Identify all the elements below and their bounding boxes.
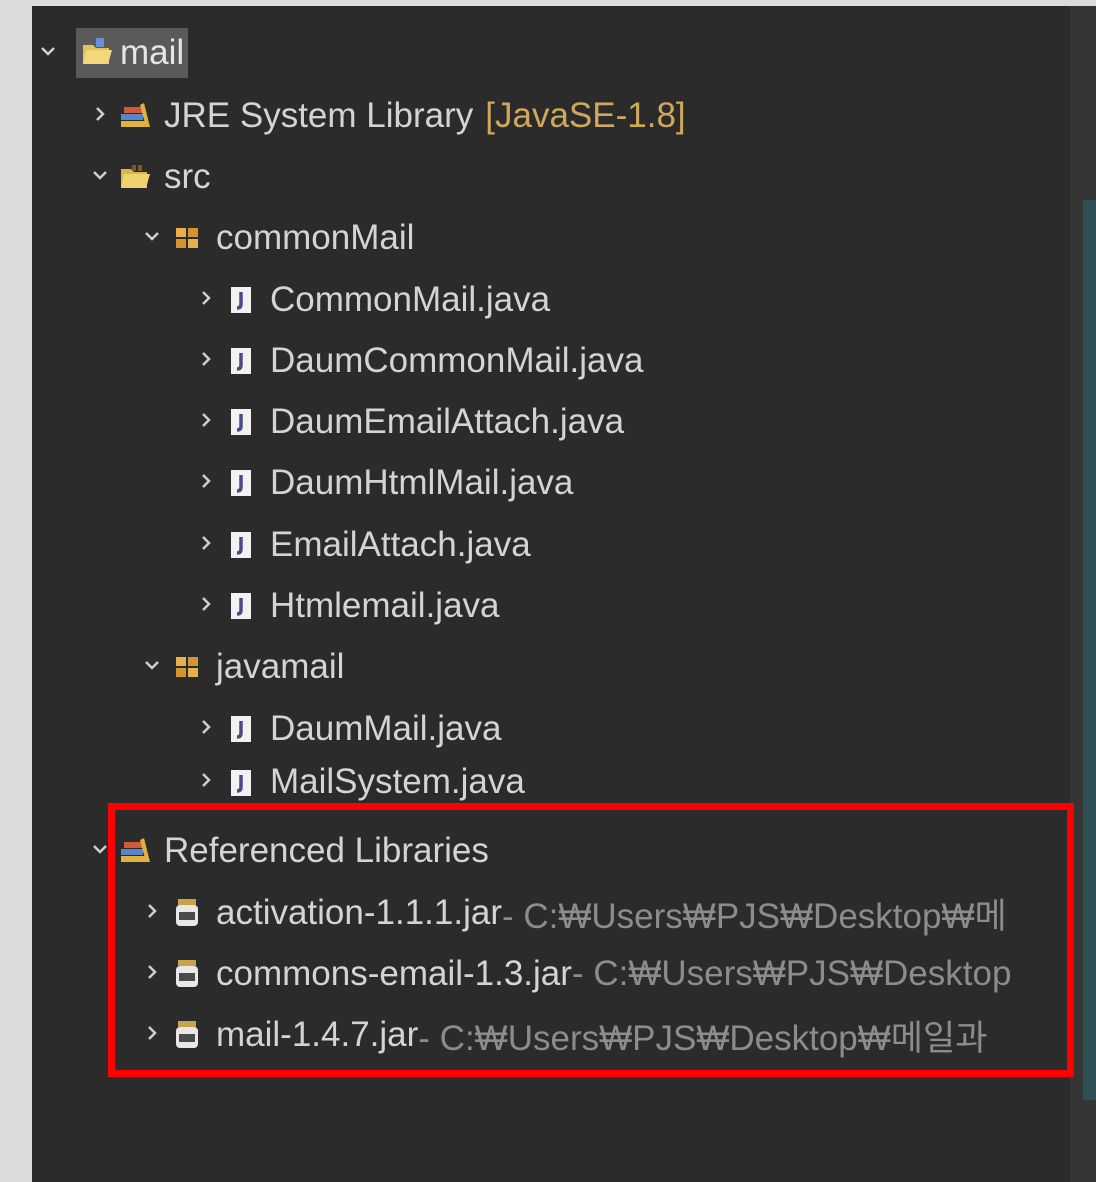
file-label: MailSystem.java (270, 762, 525, 801)
tree-item-java-file[interactable]: Htmlemail.java (190, 577, 1070, 635)
jar-file-icon (170, 896, 204, 930)
jar-name: mail-1.4.7.jar (216, 1015, 419, 1054)
tree-item-java-file[interactable]: DaumHtmlMail.java (190, 454, 1070, 512)
file-label: DaumMail.java (270, 709, 502, 748)
tree-item-src[interactable]: src (84, 148, 1070, 206)
package-label: javamail (216, 647, 345, 686)
chevron-right-icon[interactable] (190, 454, 224, 512)
source-folder-icon (118, 160, 152, 194)
package-icon (170, 650, 204, 684)
chevron-right-icon[interactable] (190, 577, 224, 635)
jar-path: - C:₩Users₩PJS₩Desktop₩메 (501, 896, 1007, 936)
tree-item-java-file[interactable]: MailSystem.java (190, 761, 1070, 803)
tree-item-jar[interactable]: activation-1.1.1.jar - C:₩Users₩PJS₩Desk… (136, 884, 1070, 942)
jar-name: commons-email-1.3.jar (216, 954, 572, 993)
scrollbar-thumb[interactable] (1083, 200, 1096, 1100)
tree-item-jar[interactable]: commons-email-1.3.jar - C:₩Users₩PJS₩Des… (136, 945, 1070, 1003)
file-label: CommonMail.java (270, 280, 551, 319)
chevron-down-icon[interactable] (136, 638, 170, 696)
tree-item-java-file[interactable]: DaumMail.java (190, 700, 1070, 758)
chevron-right-icon[interactable] (190, 700, 224, 758)
tree-item-java-file[interactable]: DaumEmailAttach.java (190, 393, 1070, 451)
tree-item-referenced-libraries[interactable]: Referenced Libraries (84, 822, 1070, 880)
java-file-icon (224, 766, 258, 800)
package-label: commonMail (216, 218, 415, 257)
jar-path: - C:₩Users₩PJS₩Desktop (571, 954, 1012, 993)
java-file-icon (224, 405, 258, 439)
chevron-right-icon[interactable] (84, 87, 118, 145)
tree-item-project-mail[interactable]: mail (32, 24, 1070, 82)
tree-item-package-javamail[interactable]: javamail (136, 638, 1070, 696)
file-label: EmailAttach.java (270, 525, 531, 564)
java-file-icon (224, 589, 258, 623)
file-label: DaumHtmlMail.java (270, 463, 574, 502)
project-label: mail (120, 33, 185, 72)
chevron-right-icon[interactable] (190, 332, 224, 390)
library-icon (118, 834, 152, 868)
library-icon (118, 99, 152, 133)
chevron-right-icon[interactable] (136, 884, 170, 942)
chevron-right-icon[interactable] (190, 761, 224, 803)
package-explorer-tree: mail JRE System Library [JavaSE-1.8] src… (32, 6, 1070, 1182)
file-label: DaumCommonMail.java (270, 341, 644, 380)
tree-item-java-file[interactable]: DaumCommonMail.java (190, 332, 1070, 390)
chevron-down-icon[interactable] (84, 822, 118, 880)
chevron-down-icon[interactable] (84, 148, 118, 206)
referenced-libraries-label: Referenced Libraries (164, 831, 489, 870)
jar-name: activation-1.1.1.jar (216, 893, 502, 932)
chevron-right-icon[interactable] (136, 945, 170, 1003)
chevron-down-icon[interactable] (136, 209, 170, 267)
tree-item-jar[interactable]: mail-1.4.7.jar - C:₩Users₩PJS₩Desktop₩메일… (136, 1006, 1070, 1064)
chevron-right-icon[interactable] (190, 271, 224, 329)
tree-item-jre-system-library[interactable]: JRE System Library [JavaSE-1.8] (84, 87, 1070, 145)
file-label: Htmlemail.java (270, 586, 500, 625)
jre-version-decoration: [JavaSE-1.8] (485, 96, 686, 135)
java-file-icon (224, 344, 258, 378)
package-icon (170, 221, 204, 255)
jar-path: - C:₩Users₩PJS₩Desktop₩메일과 (418, 1018, 988, 1058)
java-file-icon (224, 528, 258, 562)
chevron-down-icon[interactable] (32, 24, 66, 82)
tree-item-java-file[interactable]: EmailAttach.java (190, 516, 1070, 574)
java-file-icon (224, 712, 258, 746)
src-label: src (164, 157, 211, 196)
jre-label: JRE System Library (164, 96, 474, 135)
chevron-right-icon[interactable] (190, 393, 224, 451)
jar-file-icon (170, 957, 204, 991)
file-label: DaumEmailAttach.java (270, 402, 625, 441)
tree-item-package-commonMail[interactable]: commonMail (136, 209, 1070, 267)
jar-file-icon (170, 1018, 204, 1052)
java-file-icon (224, 466, 258, 500)
java-file-icon (224, 283, 258, 317)
chevron-right-icon[interactable] (136, 1006, 170, 1064)
project-folder-icon (80, 36, 114, 70)
chevron-right-icon[interactable] (190, 516, 224, 574)
tree-item-java-file[interactable]: CommonMail.java (190, 271, 1070, 329)
